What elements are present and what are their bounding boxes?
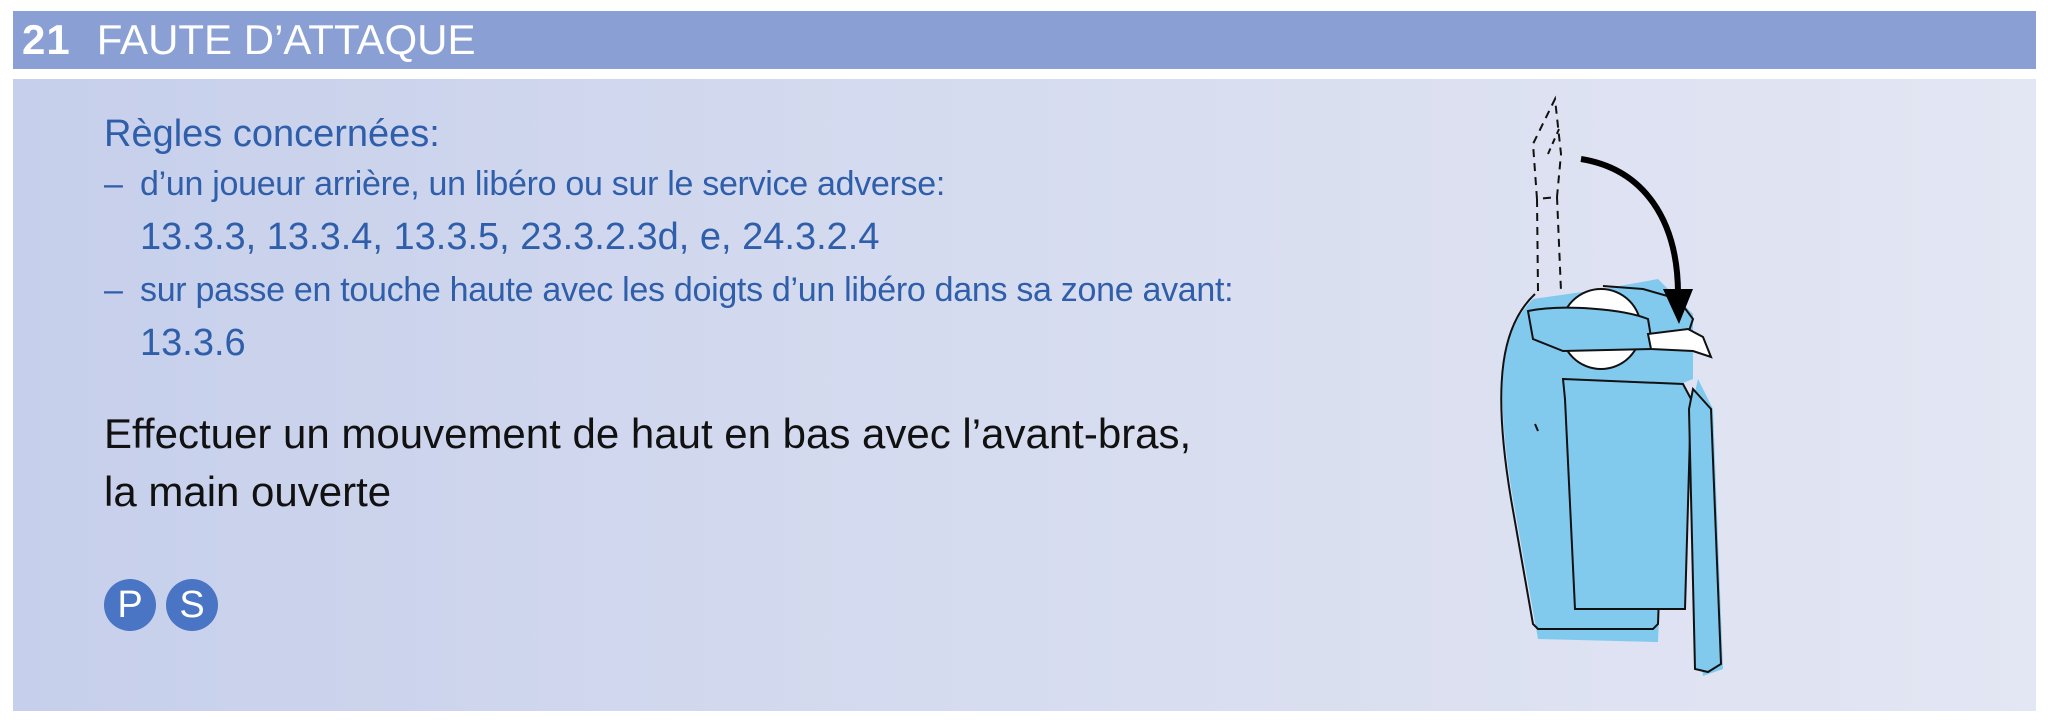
instruction-line: la main ouverte — [104, 468, 392, 515]
badge-second-referee: S — [166, 579, 218, 631]
rules-heading: Règles concernées: — [104, 113, 440, 155]
referee-arm-downward-motion-icon — [1500, 95, 1723, 676]
rule-description: d’un joueur arrière, un libéro ou sur le… — [140, 165, 945, 203]
rule-numbers: 13.3.3, 13.3.4, 13.3.5, 23.3.2.3d, e, 24… — [140, 216, 880, 258]
rule-dash: – — [104, 271, 123, 309]
section-header: 21 FAUTE D’ATTAQUE — [13, 11, 2036, 69]
instruction-line: Effectuer un mouvement de haut en bas av… — [104, 410, 1192, 457]
rule-item: – d’un joueur arrière, un libéro ou sur … — [104, 159, 1404, 265]
signal-panel: Règles concernées: – d’un joueur arrière… — [13, 79, 2036, 711]
badge-first-referee: P — [104, 579, 156, 631]
rule-dash: – — [104, 165, 123, 203]
rule-description: sur passe en touche haute avec les doigt… — [140, 271, 1234, 309]
referee-badges: P S — [104, 579, 218, 631]
section-number: 21 — [22, 16, 71, 63]
rule-numbers: 13.3.6 — [140, 322, 246, 364]
rules-block: Règles concernées: – d’un joueur arrière… — [104, 109, 1404, 521]
rule-item: – sur passe en touche haute avec les doi… — [104, 265, 1404, 371]
section-title: FAUTE D’ATTAQUE — [96, 16, 476, 63]
instruction-text: Effectuer un mouvement de haut en bas av… — [104, 405, 1404, 521]
